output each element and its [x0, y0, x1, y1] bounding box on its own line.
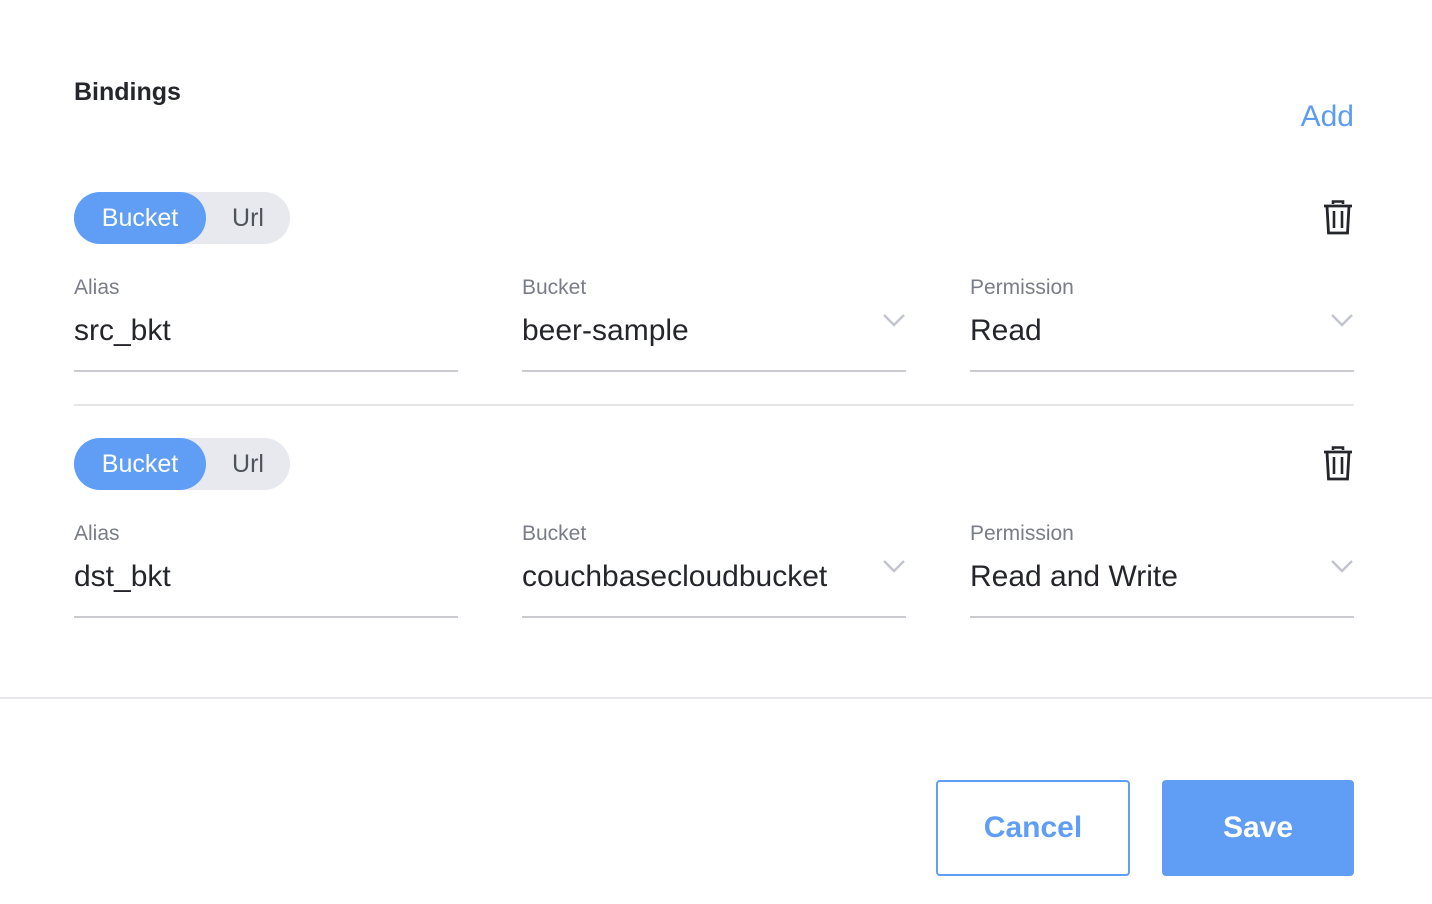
trash-icon[interactable]	[1322, 446, 1354, 482]
toggle-url-option[interactable]: Url	[206, 192, 290, 244]
permission-selected-value[interactable]: Read	[970, 314, 1042, 348]
footer-divider	[0, 697, 1432, 699]
field-underline	[522, 616, 906, 618]
permission-selected-value[interactable]: Read and Write	[970, 560, 1178, 594]
bucket-label: Bucket	[522, 522, 587, 545]
add-binding-link[interactable]: Add	[1301, 100, 1354, 134]
alias-field[interactable]: Alias src_bkt	[74, 276, 458, 372]
field-underline	[522, 370, 906, 372]
binding-divider	[74, 404, 1354, 406]
field-underline	[74, 616, 458, 618]
chevron-down-icon[interactable]	[882, 312, 906, 328]
chevron-down-icon[interactable]	[882, 558, 906, 574]
alias-label: Alias	[74, 276, 120, 299]
bucket-selected-value[interactable]: beer-sample	[522, 314, 689, 348]
permission-label: Permission	[970, 522, 1074, 545]
toggle-bucket-option[interactable]: Bucket	[74, 438, 206, 490]
toggle-url-option[interactable]: Url	[206, 438, 290, 490]
permission-select[interactable]: Permission Read	[970, 276, 1354, 372]
chevron-down-icon[interactable]	[1330, 558, 1354, 574]
cancel-button[interactable]: Cancel	[936, 780, 1130, 876]
bucket-select[interactable]: Bucket couchbasecloudbucket	[522, 522, 906, 618]
binding-row: Bucket Url Alias dst_bkt Bucket couchbas…	[74, 438, 1354, 628]
field-underline	[74, 370, 458, 372]
alias-label: Alias	[74, 522, 120, 545]
bindings-title: Bindings	[74, 78, 181, 106]
source-type-toggle: Bucket Url	[74, 192, 290, 244]
alias-input[interactable]: dst_bkt	[74, 560, 171, 594]
field-underline	[970, 616, 1354, 618]
bucket-select[interactable]: Bucket beer-sample	[522, 276, 906, 372]
bucket-label: Bucket	[522, 276, 587, 299]
binding-row: Bucket Url Alias src_bkt Bucket beer-sam…	[74, 192, 1354, 382]
bucket-selected-value[interactable]: couchbasecloudbucket	[522, 560, 827, 594]
toggle-bucket-option[interactable]: Bucket	[74, 192, 206, 244]
permission-select[interactable]: Permission Read and Write	[970, 522, 1354, 618]
trash-icon[interactable]	[1322, 200, 1354, 236]
alias-field[interactable]: Alias dst_bkt	[74, 522, 458, 618]
permission-label: Permission	[970, 276, 1074, 299]
alias-input[interactable]: src_bkt	[74, 314, 171, 348]
field-underline	[970, 370, 1354, 372]
save-button[interactable]: Save	[1162, 780, 1354, 876]
chevron-down-icon[interactable]	[1330, 312, 1354, 328]
source-type-toggle: Bucket Url	[74, 438, 290, 490]
